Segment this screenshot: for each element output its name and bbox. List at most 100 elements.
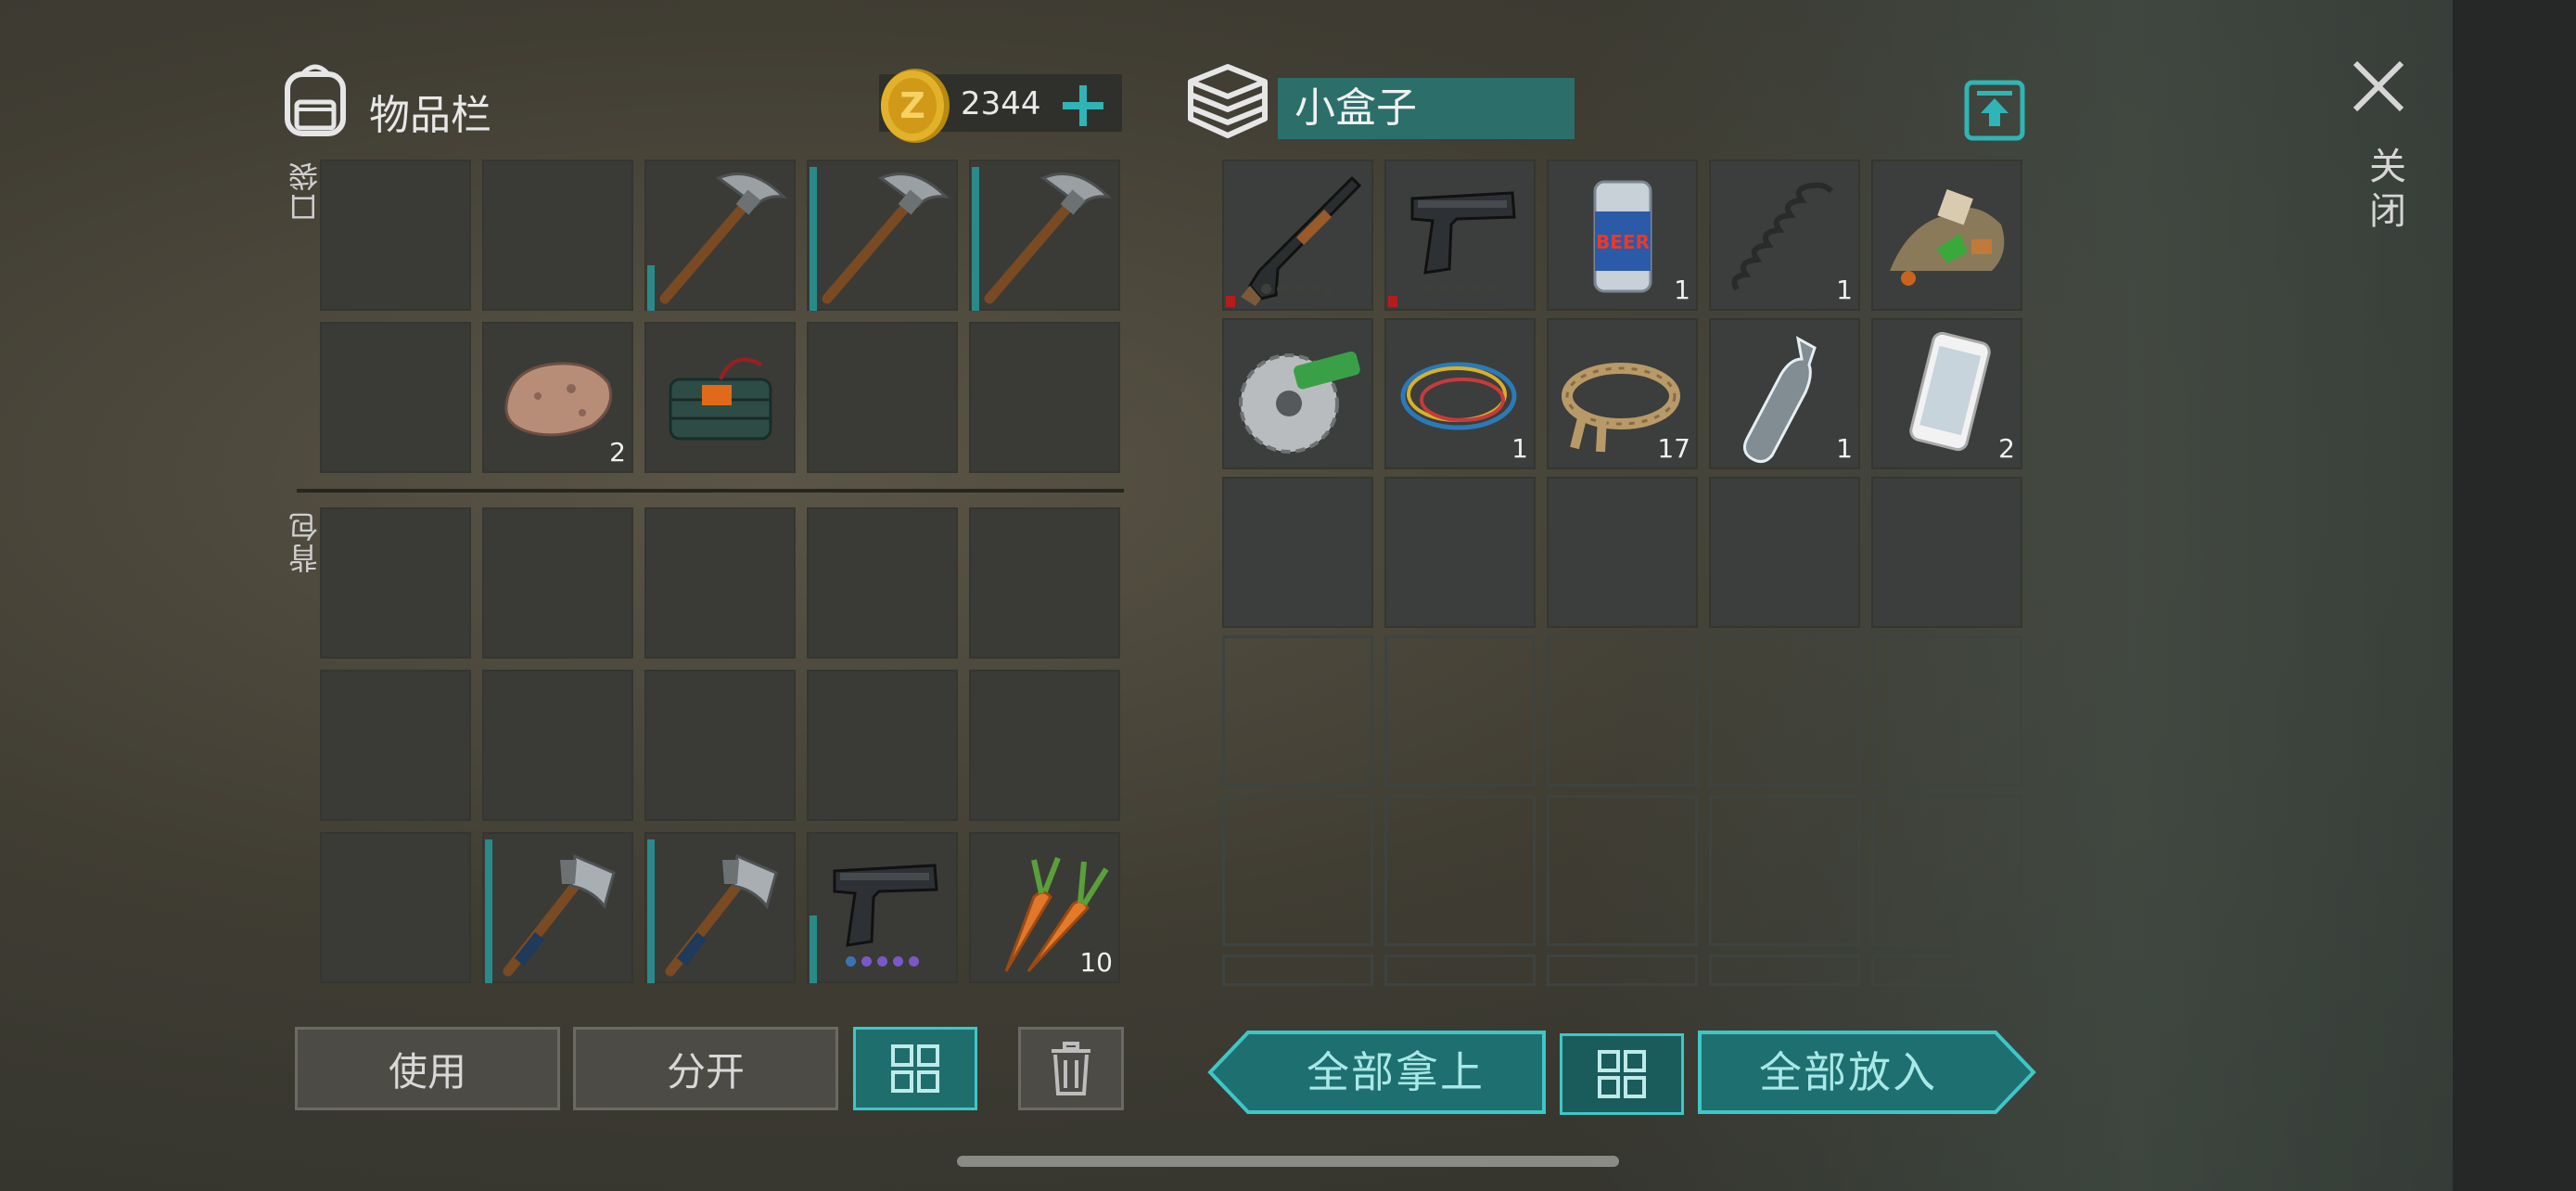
container-locked-slot [1871, 795, 2022, 946]
container-slot[interactable]: 17 [1547, 318, 1698, 469]
pocket-slot[interactable] [807, 160, 958, 311]
inventory-title: 物品栏 [369, 92, 491, 139]
container-locked-slot [1709, 795, 1860, 946]
put-all-button[interactable]: 全部放入 [1697, 1030, 2036, 1115]
split-button[interactable]: 分开 [573, 1027, 838, 1110]
coin-icon: Z [879, 67, 951, 145]
pocket-slot[interactable] [969, 322, 1120, 473]
container-slot[interactable] [1384, 477, 1536, 628]
pocket-slot[interactable] [320, 322, 471, 473]
item-count: 2 [609, 437, 626, 467]
close-label[interactable]: 关闭 [2357, 147, 2411, 236]
container-locked-slot [1384, 795, 1536, 946]
ammo-indicator [1222, 284, 1373, 294]
explosive-icon [669, 357, 772, 441]
container-locked-slot [1222, 635, 1373, 787]
sort-container-button[interactable] [1560, 1033, 1684, 1115]
upload-icon[interactable] [1964, 80, 2025, 141]
svg-text:BEER: BEER [1596, 231, 1650, 253]
use-button[interactable]: 使用 [295, 1027, 560, 1110]
backpack-slot[interactable] [320, 670, 471, 821]
scrap-pile-icon [1890, 189, 2005, 286]
item-count: 17 [1657, 433, 1690, 464]
svg-text:Z: Z [899, 85, 925, 126]
pocket-slot[interactable] [320, 160, 471, 311]
backpack-slot[interactable] [644, 507, 796, 659]
backpack-slot[interactable] [807, 507, 958, 659]
container-slot[interactable] [1871, 477, 2022, 628]
item-count: 1 [1836, 433, 1853, 464]
pickaxe-icon [822, 173, 950, 304]
backpack-slot[interactable] [482, 507, 633, 659]
container-locked-slot [1384, 954, 1536, 986]
container-locked-slot [1222, 954, 1373, 986]
container-slot[interactable]: 1 [1709, 318, 1860, 469]
container-locked-slot [1709, 954, 1860, 986]
saw-blade-icon [1239, 351, 1360, 454]
pocket-slot[interactable] [644, 160, 796, 311]
container-locked-slot [1222, 795, 1373, 946]
pocket-slot[interactable] [969, 160, 1120, 311]
take-all-button[interactable]: 全部拿上 [1207, 1030, 1547, 1115]
home-indicator[interactable] [957, 1156, 1619, 1167]
put-all-label: 全部放入 [1759, 1047, 1937, 1097]
container-slot[interactable] [1222, 160, 1373, 311]
container-slot[interactable] [1871, 160, 2022, 311]
container-slot[interactable]: 2 [1871, 318, 2022, 469]
grid-sort-icon [891, 1044, 939, 1093]
add-coins-button[interactable] [1063, 85, 1103, 126]
box-icon [1185, 61, 1270, 141]
container-slot[interactable]: BEER 1 [1547, 160, 1698, 311]
backpack-slot[interactable] [320, 507, 471, 659]
ammo-indicator [1384, 284, 1536, 294]
coin-amount: 2344 [961, 85, 1041, 122]
section-divider [297, 489, 1124, 493]
backpack-icon [278, 61, 352, 137]
screen-edge [2453, 0, 2576, 1191]
backpack-slot[interactable] [644, 670, 796, 821]
backpack-slot[interactable] [807, 832, 958, 983]
container-name-field[interactable]: 小盒子 [1278, 78, 1575, 139]
backpack-slot[interactable] [807, 670, 958, 821]
backpack-slot[interactable] [320, 832, 471, 983]
backpack-slot[interactable] [969, 507, 1120, 659]
backpack-slot[interactable]: 10 [969, 832, 1120, 983]
backpack-slot[interactable] [969, 670, 1120, 821]
container-locked-slot [1709, 635, 1860, 787]
item-count: 1 [1674, 275, 1690, 305]
pocket-slot[interactable]: 2 [482, 322, 633, 473]
hatchet-icon [503, 853, 616, 977]
trash-icon [1052, 1042, 1090, 1095]
container-locked-slot [1384, 635, 1536, 787]
sort-inventory-button[interactable] [853, 1027, 977, 1110]
container-slot[interactable] [1384, 160, 1536, 311]
pocket-slot[interactable] [644, 322, 796, 473]
item-count: 2 [1998, 433, 2015, 464]
pocket-slot[interactable] [482, 160, 633, 311]
item-count: 1 [1511, 433, 1528, 464]
container-slot[interactable] [1709, 477, 1860, 628]
container-locked-slot [1871, 635, 2022, 787]
backpack-slot[interactable] [644, 832, 796, 983]
container-slot[interactable]: 1 [1384, 318, 1536, 469]
backpack-slot[interactable] [482, 832, 633, 983]
container-slot[interactable] [1547, 477, 1698, 628]
item-count: 1 [1836, 275, 1853, 305]
ammo-indicator [807, 956, 958, 967]
container-locked-slot [1871, 954, 2022, 986]
pocket-slot[interactable] [807, 322, 958, 473]
grid-sort-icon [1598, 1050, 1646, 1098]
pickaxe-icon [984, 173, 1113, 304]
backpack-slot[interactable] [482, 670, 633, 821]
container-slot[interactable]: 1 [1709, 160, 1860, 311]
pickaxe-icon [659, 173, 788, 304]
container-locked-slot [1547, 635, 1698, 787]
hatchet-icon [665, 853, 778, 977]
close-icon[interactable] [2352, 59, 2405, 113]
container-locked-slot [1547, 954, 1698, 986]
container-slot[interactable] [1222, 318, 1373, 469]
trash-button[interactable] [1018, 1027, 1124, 1110]
container-slot[interactable] [1222, 477, 1373, 628]
item-count: 10 [1079, 947, 1113, 978]
take-all-label: 全部拿上 [1307, 1047, 1485, 1097]
